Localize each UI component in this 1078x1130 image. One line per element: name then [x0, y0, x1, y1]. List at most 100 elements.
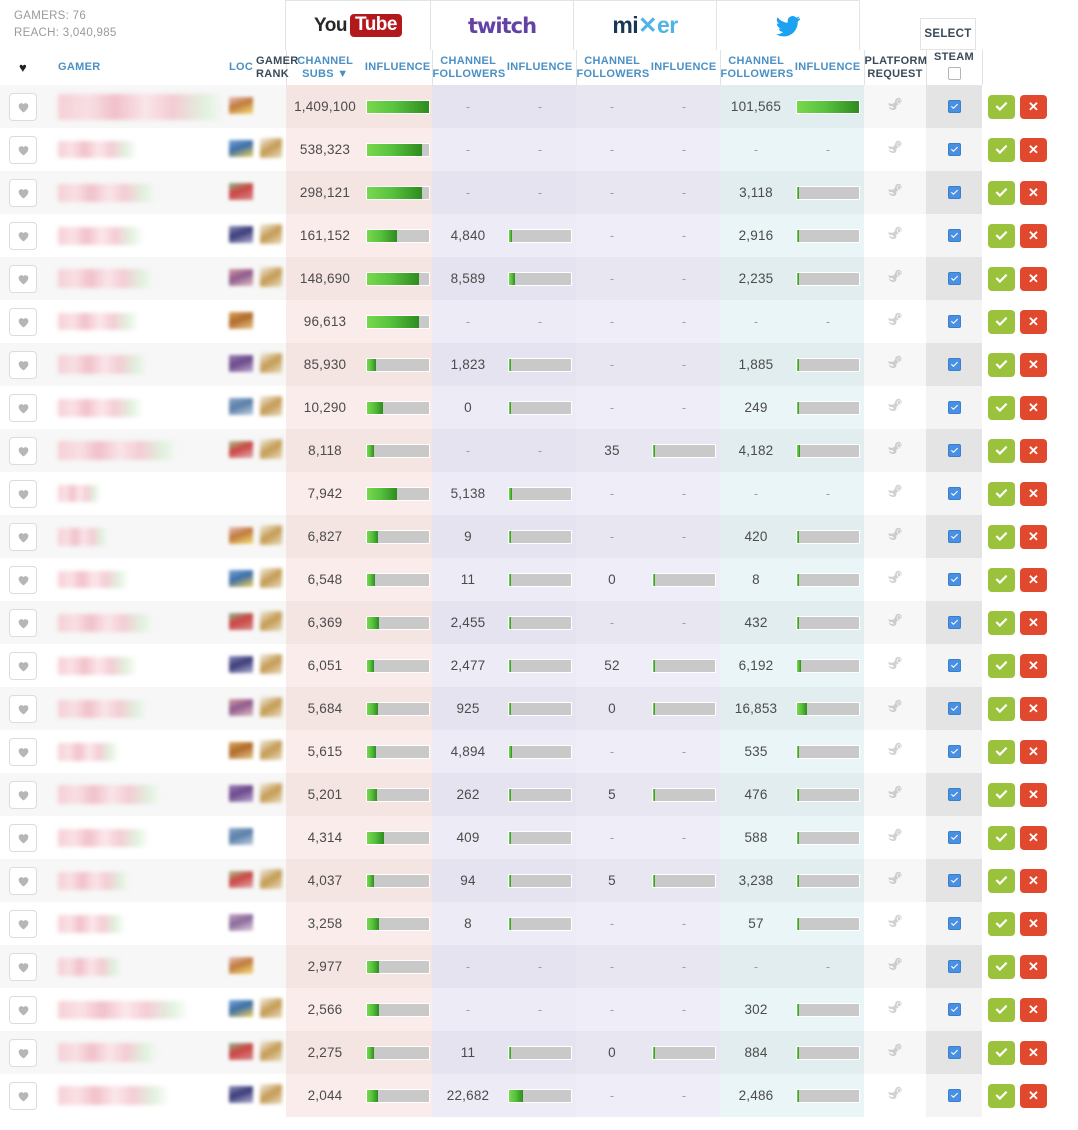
row-actions-cell[interactable]: ✕ [982, 128, 1078, 171]
favorite-cell[interactable] [0, 687, 46, 730]
approve-button[interactable] [988, 653, 1015, 678]
twitch-influence-header[interactable]: INFLUENCE [504, 50, 576, 85]
row-actions-cell[interactable]: ✕ [982, 988, 1078, 1031]
reject-button[interactable]: ✕ [1020, 352, 1047, 377]
platform-request-cell[interactable] [864, 902, 926, 945]
gamer-name-cell[interactable] [46, 128, 226, 171]
gamer-name-cell[interactable] [46, 730, 226, 773]
reject-button[interactable]: ✕ [1020, 825, 1047, 850]
row-actions-cell[interactable]: ✕ [982, 644, 1078, 687]
row-actions-cell[interactable]: ✕ [982, 558, 1078, 601]
steam-select-cell[interactable] [926, 1074, 982, 1117]
reject-button[interactable]: ✕ [1020, 309, 1047, 334]
approve-button[interactable] [988, 610, 1015, 635]
twitter-influence-header[interactable]: INFLUENCE [792, 50, 864, 85]
steam-select-cell[interactable] [926, 644, 982, 687]
favorite-cell[interactable] [0, 816, 46, 859]
table-row[interactable]: 5,201 262 5 476 ✕ [0, 773, 1078, 816]
favorite-cell[interactable] [0, 386, 46, 429]
favorite-cell[interactable] [0, 988, 46, 1031]
row-actions-cell[interactable]: ✕ [982, 687, 1078, 730]
reject-button[interactable]: ✕ [1020, 1040, 1047, 1065]
platform-request-cell[interactable] [864, 429, 926, 472]
steam-select-cell[interactable] [926, 945, 982, 988]
approve-button[interactable] [988, 739, 1015, 764]
steam-select-cell[interactable] [926, 1031, 982, 1074]
reject-button[interactable]: ✕ [1020, 524, 1047, 549]
approve-button[interactable] [988, 395, 1015, 420]
steam-checkbox[interactable] [947, 573, 961, 586]
table-row[interactable]: 6,369 2,455 - - 432 ✕ [0, 601, 1078, 644]
twitch-followers-header[interactable]: CHANNEL FOLLOWERS [431, 50, 505, 85]
gamer-name-cell[interactable] [46, 902, 226, 945]
reject-button[interactable]: ✕ [1020, 868, 1047, 893]
steam-select-cell[interactable] [926, 859, 982, 902]
favorite-cell[interactable] [0, 730, 46, 773]
favorite-heart-button[interactable] [9, 1038, 37, 1067]
row-actions-cell[interactable]: ✕ [982, 859, 1078, 902]
steam-checkbox[interactable] [947, 487, 961, 500]
reject-button[interactable]: ✕ [1020, 438, 1047, 463]
steam-select-cell[interactable] [926, 773, 982, 816]
steam-select-cell[interactable] [926, 171, 982, 214]
steam-checkbox[interactable] [947, 1046, 961, 1059]
steam-checkbox[interactable] [947, 702, 961, 715]
platform-request-cell[interactable] [864, 730, 926, 773]
approve-button[interactable] [988, 94, 1015, 119]
favorite-heart-button[interactable] [9, 92, 37, 121]
favorite-heart-button[interactable] [9, 307, 37, 336]
approve-button[interactable] [988, 223, 1015, 248]
approve-button[interactable] [988, 868, 1015, 893]
row-actions-cell[interactable]: ✕ [982, 472, 1078, 515]
favorite-heart-button[interactable] [9, 565, 37, 594]
approve-button[interactable] [988, 309, 1015, 334]
favorite-cell[interactable] [0, 300, 46, 343]
favorite-heart-button[interactable] [9, 178, 37, 207]
favorite-heart-button[interactable] [9, 866, 37, 895]
reject-button[interactable]: ✕ [1020, 739, 1047, 764]
favorite-heart-button[interactable] [9, 780, 37, 809]
steam-select-cell[interactable] [926, 343, 982, 386]
gamer-name-cell[interactable] [46, 515, 226, 558]
row-actions-cell[interactable]: ✕ [982, 945, 1078, 988]
platform-request-cell[interactable] [864, 988, 926, 1031]
steam-checkbox[interactable] [947, 100, 961, 113]
reject-button[interactable]: ✕ [1020, 954, 1047, 979]
gamer-name-cell[interactable] [46, 945, 226, 988]
approve-button[interactable] [988, 567, 1015, 592]
favorite-cell[interactable] [0, 472, 46, 515]
table-row[interactable]: 10,290 0 - - 249 ✕ [0, 386, 1078, 429]
favorite-heart-button[interactable] [9, 436, 37, 465]
platform-request-cell[interactable] [864, 128, 926, 171]
reject-button[interactable]: ✕ [1020, 94, 1047, 119]
platform-request-cell[interactable] [864, 1074, 926, 1117]
table-row[interactable]: 5,684 925 0 16,853 ✕ [0, 687, 1078, 730]
table-row[interactable]: 538,323 - - - - - - ✕ [0, 128, 1078, 171]
favorite-heart-button[interactable] [9, 737, 37, 766]
select-all-steam-checkbox[interactable] [947, 67, 961, 80]
platform-request-cell[interactable] [864, 85, 926, 128]
gamer-name-cell[interactable] [46, 472, 226, 515]
platform-request-cell[interactable] [864, 257, 926, 300]
row-actions-cell[interactable]: ✕ [982, 902, 1078, 945]
row-actions-cell[interactable]: ✕ [982, 171, 1078, 214]
favorite-heart-button[interactable] [9, 393, 37, 422]
table-row[interactable]: 1,409,100 - - - - 101,565 ✕ [0, 85, 1078, 128]
favorite-cell[interactable] [0, 1031, 46, 1074]
platform-request-cell[interactable] [864, 558, 926, 601]
reject-button[interactable]: ✕ [1020, 481, 1047, 506]
approve-button[interactable] [988, 782, 1015, 807]
mixer-influence-header[interactable]: INFLUENCE [648, 50, 720, 85]
table-row[interactable]: 298,121 - - - - 3,118 ✕ [0, 171, 1078, 214]
steam-checkbox[interactable] [947, 272, 961, 285]
steam-checkbox[interactable] [947, 874, 961, 887]
approve-button[interactable] [988, 825, 1015, 850]
steam-checkbox[interactable] [947, 745, 961, 758]
gamer-name-cell[interactable] [46, 859, 226, 902]
gamer-rank-column-header[interactable]: GAMER RANK [256, 50, 298, 85]
favorite-cell[interactable] [0, 343, 46, 386]
steam-select-cell[interactable] [926, 816, 982, 859]
row-actions-cell[interactable]: ✕ [982, 386, 1078, 429]
favorite-cell[interactable] [0, 429, 46, 472]
reject-button[interactable]: ✕ [1020, 782, 1047, 807]
